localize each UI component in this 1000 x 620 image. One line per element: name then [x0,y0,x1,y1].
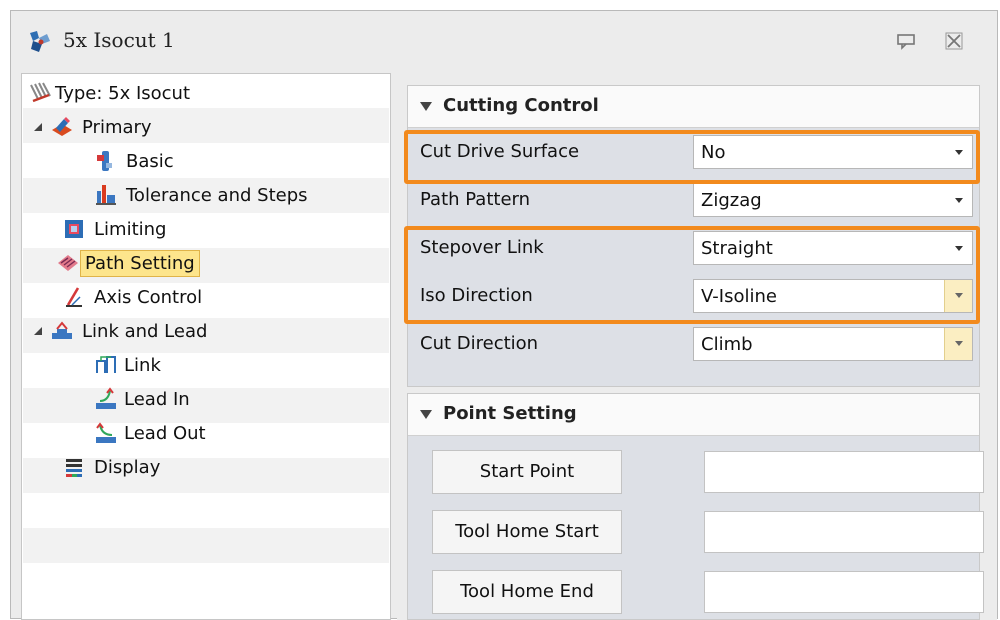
chevron-down-icon[interactable] [955,150,963,155]
point-setting-title: Point Setting [443,403,577,424]
point-setting-group: Point Setting Start Point Tool Home Star… [407,393,984,620]
basic-icon [97,151,112,171]
tree-item-limiting[interactable]: Limiting [62,212,172,246]
start-point-field[interactable] [704,451,984,493]
tree-item-label: Axis Control [94,286,203,308]
path-pattern-select[interactable]: Zigzag [693,183,973,217]
tool-home-end-field[interactable] [704,571,984,613]
tool-home-start-field[interactable] [704,511,984,553]
link-lead-icon [52,321,72,339]
cutting-control-title: Cutting Control [443,95,599,116]
display-icon [66,459,82,477]
tree-item-label: Link [124,354,161,376]
cut-direction-select[interactable]: Climb [693,327,973,361]
operation-tree: Type: 5x Isocut Primary Basic Tolerance … [21,73,391,620]
app-icon [30,31,50,52]
lead-in-icon [96,387,116,409]
tree-item-label: Basic [126,150,174,172]
iso-direction-select[interactable]: V-Isoline [693,279,973,313]
chevron-down-icon[interactable] [955,246,963,251]
tree-item-label: Display [94,456,161,478]
tool-home-start-button[interactable]: Tool Home Start [432,510,622,554]
tree-item-link[interactable]: Link [94,348,167,382]
tree-item-label: Primary [82,116,152,138]
tree-item-link-and-lead[interactable]: Link and Lead [32,314,213,348]
select-value: Zigzag [701,190,762,211]
row-iso-direction: Iso Direction V-Isoline [408,272,979,320]
operation-type-icon [30,82,51,103]
iso-direction-label: Iso Direction [420,285,533,306]
stepover-link-label: Stepover Link [420,237,544,258]
tree-item-label: Link and Lead [82,320,208,342]
tree-item-label: Limiting [94,218,167,240]
tree-item-display[interactable]: Display [62,450,166,484]
row-cut-drive-surface: Cut Drive Surface No [408,128,979,176]
select-value: Climb [701,334,753,355]
pin-icon[interactable] [895,31,917,51]
row-stripe [23,528,389,563]
tree-type-label: Type: 5x Isocut [55,82,191,104]
path-pattern-label: Path Pattern [420,189,531,210]
dropdown-button[interactable] [944,280,972,312]
tool-home-end-button[interactable]: Tool Home End [432,570,622,614]
tree-item-axis-control[interactable]: Axis Control [62,280,208,314]
expand-triangle-icon[interactable] [32,325,44,337]
stepover-link-select[interactable]: Straight [693,231,973,265]
axis-control-icon [66,287,82,307]
properties-panel: Cutting Control Cut Drive Surface No Pat… [397,73,997,620]
start-point-button[interactable]: Start Point [432,450,622,494]
tree-item-primary[interactable]: Primary [32,110,158,144]
row-stepover-link: Stepover Link Straight [408,224,979,272]
path-setting-icon [58,255,78,271]
tree-item-lead-out[interactable]: Lead Out [94,416,212,450]
collapse-arrow-icon[interactable] [420,410,432,419]
tree-item-basic[interactable]: Basic [94,144,180,178]
tree-item-label: Path Setting [80,249,200,277]
chevron-down-icon[interactable] [955,341,963,346]
select-value: V-Isoline [701,286,777,307]
tree-item-label: Tolerance and Steps [126,184,308,206]
row-path-pattern: Path Pattern Zigzag [408,176,979,224]
link-icon [96,356,116,373]
chevron-down-icon[interactable] [955,293,963,298]
cut-drive-surface-select[interactable]: No [693,135,973,169]
tree-item-path-setting[interactable]: Path Setting [56,246,200,280]
expand-triangle-icon[interactable] [32,121,44,133]
point-setting-header[interactable]: Point Setting [408,394,979,436]
tolerance-icon [96,185,116,205]
title-bar: 5x Isocut 1 [11,11,997,73]
cut-direction-label: Cut Direction [420,333,539,354]
tree-item-tolerance-and-steps[interactable]: Tolerance and Steps [94,178,314,212]
select-value: Straight [701,238,773,259]
chevron-down-icon[interactable] [955,198,963,203]
window-title: 5x Isocut 1 [63,28,175,52]
tree-item-label: Lead Out [124,422,206,444]
primary-icon [52,117,72,136]
tree-item-lead-in[interactable]: Lead In [94,382,196,416]
collapse-arrow-icon[interactable] [420,102,432,111]
cut-drive-surface-label: Cut Drive Surface [420,141,580,162]
limiting-icon [65,220,83,238]
tree-item-label: Lead In [124,388,190,410]
lead-out-icon [96,422,116,443]
dialog-window: 5x Isocut 1 Type: 5x Isocut Primary Basi… [10,10,998,620]
cutting-control-group: Cutting Control Cut Drive Surface No Pat… [404,85,980,387]
tree-type-row: Type: 5x Isocut [29,76,190,110]
dropdown-button[interactable] [944,328,972,360]
close-icon[interactable] [943,31,965,51]
select-value: No [701,142,726,163]
row-cut-direction: Cut Direction Climb [408,320,979,368]
cutting-control-header[interactable]: Cutting Control [408,86,979,128]
